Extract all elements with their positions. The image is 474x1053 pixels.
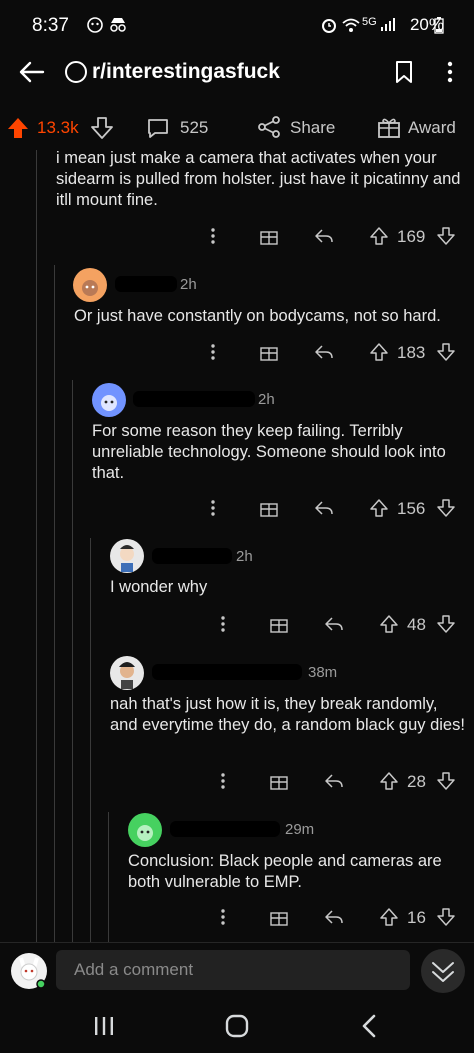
downvote-icon[interactable] xyxy=(90,116,114,140)
redacted-username xyxy=(133,391,255,407)
comment-count: 525 xyxy=(180,118,209,137)
comment-time: 2h xyxy=(180,276,197,293)
divider xyxy=(0,942,474,943)
comment-time: 38m xyxy=(308,664,338,681)
top-nav: r/interestingasfuck xyxy=(0,52,474,98)
more-options-icon[interactable] xyxy=(220,772,226,790)
comment-time: 29m xyxy=(285,821,315,838)
wifi-icon xyxy=(342,16,360,34)
upvote-icon[interactable] xyxy=(369,226,389,246)
share-label[interactable]: Share xyxy=(290,118,335,138)
vote-count: 183 xyxy=(397,343,426,362)
award-icon[interactable] xyxy=(260,343,278,361)
award-icon[interactable] xyxy=(260,227,278,245)
avatar[interactable] xyxy=(110,656,144,690)
back-icon[interactable] xyxy=(360,1014,378,1038)
share-icon[interactable] xyxy=(257,115,281,139)
alert-icon xyxy=(86,16,104,34)
redacted-username xyxy=(152,664,302,680)
vote-count: 169 xyxy=(397,227,426,246)
add-comment-placeholder: Add a comment xyxy=(74,960,194,979)
add-comment-input[interactable]: Add a comment xyxy=(56,950,410,990)
downvote-icon[interactable] xyxy=(436,498,456,518)
alarm-icon xyxy=(320,16,338,34)
comment: 2h Or just have constantly on bodycams, … xyxy=(0,266,474,376)
reply-icon[interactable] xyxy=(324,908,344,926)
user-avatar[interactable] xyxy=(10,952,48,990)
comment: 38m nah that's just how it is, they brea… xyxy=(0,655,474,805)
reply-icon[interactable] xyxy=(314,499,334,517)
back-arrow-icon[interactable] xyxy=(18,60,46,84)
subreddit-title[interactable]: r/interestingasfuck xyxy=(92,60,280,84)
vote-count: 28 xyxy=(407,772,426,791)
comment-text: I wonder why xyxy=(110,578,208,596)
downvote-icon[interactable] xyxy=(436,907,456,927)
upvote-icon[interactable] xyxy=(369,498,389,518)
avatar[interactable] xyxy=(92,383,126,417)
network-5g-icon: 5G xyxy=(362,16,377,28)
award-icon[interactable] xyxy=(260,499,278,517)
downvote-icon[interactable] xyxy=(436,342,456,362)
signal-icon xyxy=(380,16,396,32)
home-icon[interactable] xyxy=(225,1014,249,1038)
reply-icon[interactable] xyxy=(314,343,334,361)
post-score: 13.3k xyxy=(37,118,79,137)
comment-text: i mean just make a camera that activates… xyxy=(56,149,461,209)
status-time: 8:37 xyxy=(32,15,69,36)
award-icon[interactable] xyxy=(377,115,401,139)
comment: 29m Conclusion: Black people and cameras… xyxy=(0,812,474,942)
comment-time: 2h xyxy=(236,548,253,565)
more-options-icon[interactable] xyxy=(220,615,226,633)
vote-count: 156 xyxy=(397,499,426,518)
collapse-chevron-icon[interactable] xyxy=(420,948,466,994)
redacted-username xyxy=(115,276,177,292)
comment-text: For some reason they keep failing. Terri… xyxy=(92,422,446,482)
comment: i mean just make a camera that activates… xyxy=(0,148,474,258)
more-options-icon[interactable] xyxy=(210,499,216,517)
comment-text: Or just have constantly on bodycams, not… xyxy=(74,307,441,325)
comment-bubble-icon[interactable] xyxy=(146,116,170,140)
award-label[interactable]: Award xyxy=(408,118,456,138)
upvote-icon[interactable] xyxy=(6,116,30,140)
redacted-username xyxy=(152,548,232,564)
upvote-icon[interactable] xyxy=(379,614,399,634)
post-action-bar: 13.3k 525 Share Award xyxy=(0,108,474,148)
comment: 2h I wonder why 48 xyxy=(0,539,474,649)
bookmark-icon[interactable] xyxy=(394,60,414,84)
vote-count: 48 xyxy=(407,615,426,634)
comment: 2h For some reason they keep failing. Te… xyxy=(0,382,474,532)
subreddit-icon[interactable] xyxy=(64,60,88,84)
battery-icon xyxy=(434,17,444,34)
more-options-icon[interactable] xyxy=(210,343,216,361)
recent-apps-icon[interactable] xyxy=(93,1016,115,1036)
downvote-icon[interactable] xyxy=(436,226,456,246)
system-nav-bar xyxy=(0,1000,474,1053)
avatar[interactable] xyxy=(73,268,107,302)
reply-icon[interactable] xyxy=(314,227,334,245)
more-menu-icon[interactable] xyxy=(446,60,454,84)
more-options-icon[interactable] xyxy=(210,227,216,245)
redacted-username xyxy=(170,821,280,837)
comment-text: nah that's just how it is, they break ra… xyxy=(110,695,465,734)
reply-icon[interactable] xyxy=(324,772,344,790)
award-icon[interactable] xyxy=(270,615,288,633)
incognito-icon xyxy=(109,17,127,33)
status-bar: 8:37 5G 20% xyxy=(0,0,474,52)
reply-icon[interactable] xyxy=(324,615,344,633)
upvote-icon[interactable] xyxy=(369,342,389,362)
more-options-icon[interactable] xyxy=(220,908,226,926)
downvote-icon[interactable] xyxy=(436,771,456,791)
comment-time: 2h xyxy=(258,391,275,408)
vote-count: 16 xyxy=(407,908,426,927)
downvote-icon[interactable] xyxy=(436,614,456,634)
avatar[interactable] xyxy=(110,539,144,573)
comment-text: Conclusion: Black people and cameras are… xyxy=(128,852,442,891)
upvote-icon[interactable] xyxy=(379,907,399,927)
avatar[interactable] xyxy=(128,813,162,847)
award-icon[interactable] xyxy=(270,772,288,790)
upvote-icon[interactable] xyxy=(379,771,399,791)
award-icon[interactable] xyxy=(270,908,288,926)
